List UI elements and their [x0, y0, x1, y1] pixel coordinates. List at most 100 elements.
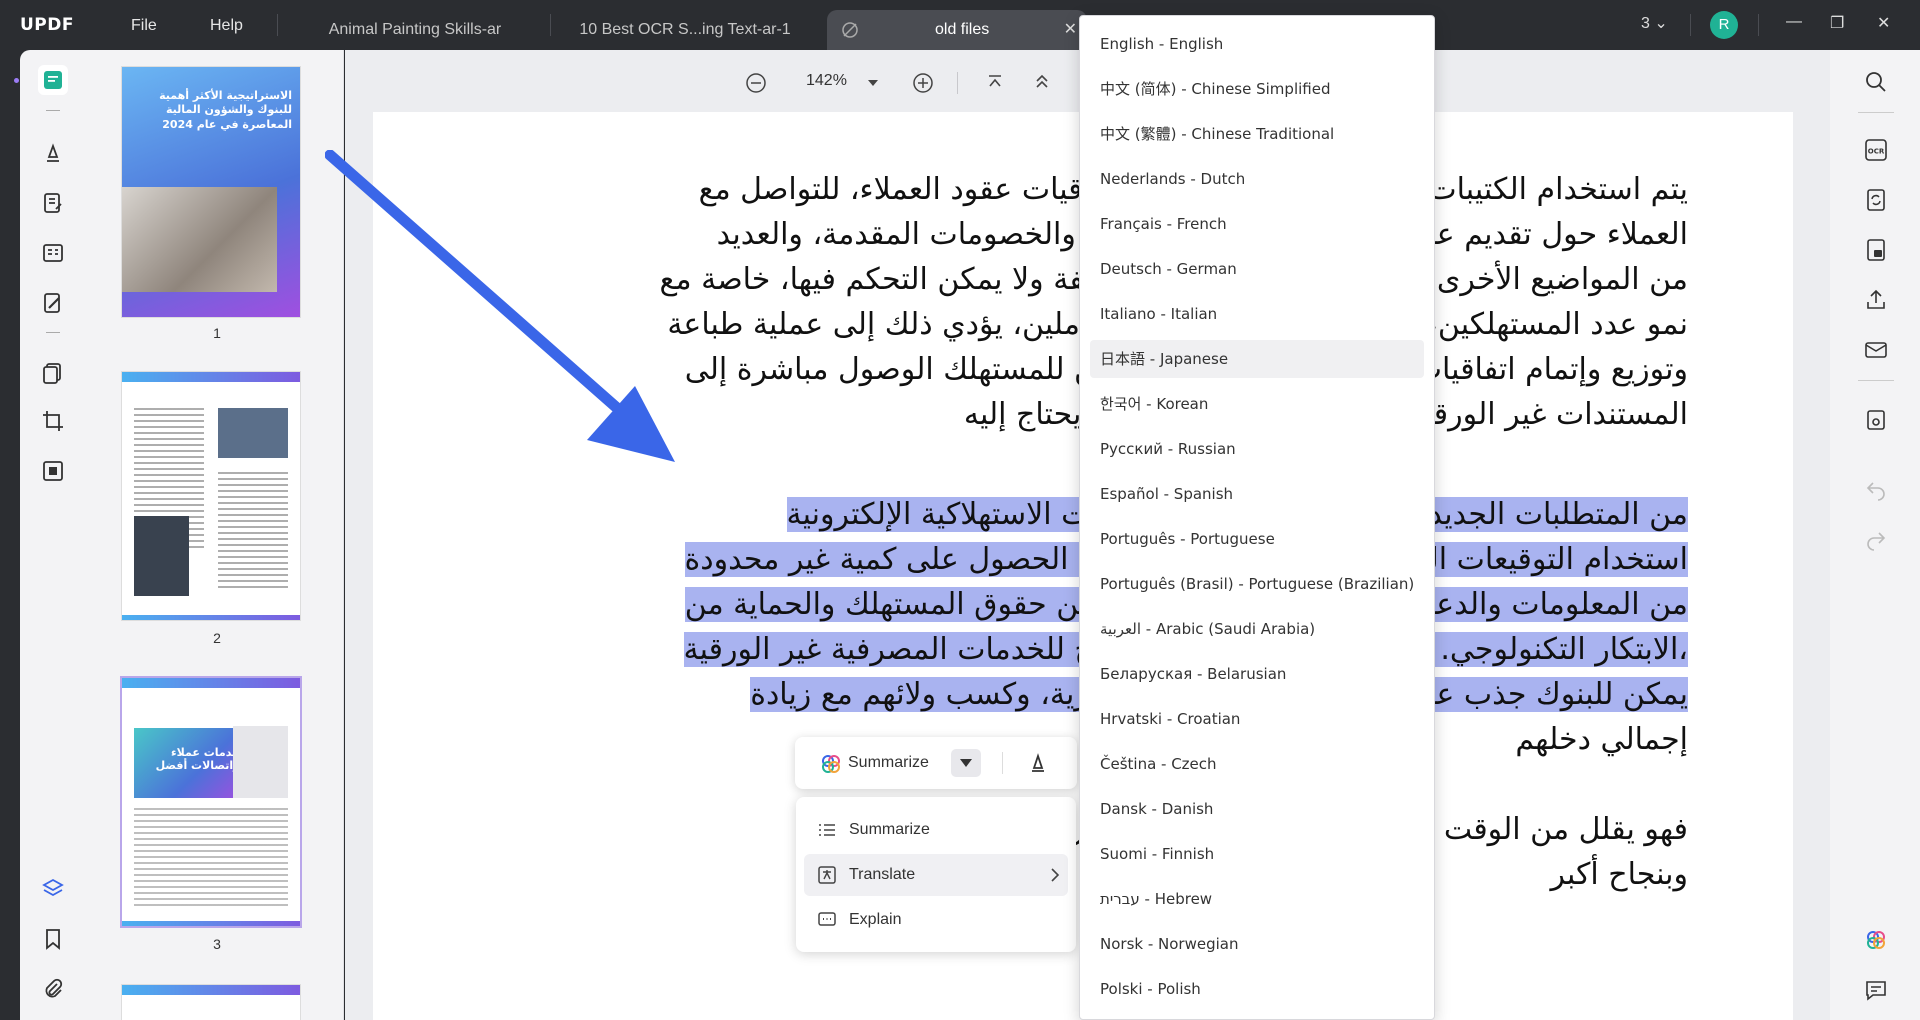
menu-item-summarize[interactable]: Summarize — [804, 809, 1068, 851]
chevron-right-icon — [1051, 868, 1060, 882]
edit-pdf-icon[interactable] — [38, 188, 68, 218]
highlight-icon[interactable] — [1027, 751, 1049, 775]
divider — [1858, 112, 1894, 113]
ai-context-menu: Summarize Translate Explain — [796, 797, 1076, 952]
language-option-croatian[interactable]: Hrvatski - Croatian — [1090, 700, 1424, 738]
title-bar: UPDF File Help Animal Painting Skills-ar… — [0, 0, 1920, 50]
bookmark-icon[interactable] — [38, 924, 68, 954]
tab-ocr[interactable]: 10 Best OCR S...ing Text-ar-1 — [565, 10, 805, 50]
paragraph-line: وبنجاح أكبر — [1550, 857, 1688, 892]
language-option-french[interactable]: Français - French — [1090, 205, 1424, 243]
language-option-japanese[interactable]: 日本語 - Japanese — [1090, 340, 1424, 378]
edit-off-icon — [842, 22, 858, 38]
svg-text:OCR: OCR — [1868, 148, 1885, 156]
form-icon[interactable] — [38, 238, 68, 268]
divider — [277, 14, 278, 36]
language-option-arabic[interactable]: العربية - Arabic (Saudi Arabia) — [1090, 610, 1424, 648]
close-tab-icon[interactable]: ✕ — [1064, 10, 1077, 50]
thumbnail-page-3[interactable]: خدمات عملاء واتصالات أفضل — [122, 678, 300, 926]
thumbnail-text-block — [218, 472, 288, 592]
list-icon — [819, 824, 835, 836]
language-option-norwegian[interactable]: Norsk - Norwegian — [1090, 925, 1424, 963]
organize-pages-icon[interactable] — [38, 358, 68, 388]
attachment-icon[interactable] — [38, 974, 68, 1004]
divider — [1690, 14, 1691, 36]
menu-item-translate[interactable]: Translate — [804, 854, 1068, 896]
close-window-icon[interactable]: ✕ — [1877, 13, 1890, 33]
window-count[interactable]: 3 ⌄ — [1641, 13, 1668, 33]
thumbnail-photo — [218, 408, 288, 458]
comments-panel-icon[interactable] — [1864, 978, 1888, 1002]
page-thumbnails: الاستراتيجية الأكثر أهمية للبنوك والشؤون… — [90, 50, 344, 1020]
language-option-polish[interactable]: Polski - Polish — [1090, 970, 1424, 1008]
minimize-icon[interactable]: — — [1786, 13, 1802, 31]
tab-old-files[interactable]: old files ✕ — [827, 10, 1087, 50]
undo-icon[interactable] — [1864, 478, 1888, 502]
thumbnail-title: خدمات عملاء واتصالات أفضل — [155, 746, 240, 772]
language-option-english[interactable]: English - English — [1090, 25, 1424, 63]
thumbnail-footer-bar — [122, 615, 300, 620]
avatar[interactable]: R — [1710, 11, 1738, 39]
zoom-out-icon[interactable] — [745, 72, 767, 94]
thumbnail-page-4[interactable] — [122, 985, 300, 1020]
language-option-belarusian[interactable]: Беларуская - Belarusian — [1090, 655, 1424, 693]
save-icon[interactable] — [1864, 408, 1888, 432]
tab-label: 10 Best OCR S...ing Text-ar-1 — [579, 21, 791, 38]
divider — [46, 110, 60, 111]
comment-icon[interactable] — [38, 138, 68, 168]
tab-label: old files — [935, 21, 990, 38]
redo-icon[interactable] — [1864, 528, 1888, 552]
thumbnail-text-block — [134, 808, 288, 908]
zoom-dropdown-icon[interactable] — [867, 78, 879, 88]
language-option-russian[interactable]: Русский - Russian — [1090, 430, 1424, 468]
chevron-down-icon — [960, 759, 972, 767]
protect-icon[interactable] — [38, 456, 68, 486]
language-option-korean[interactable]: 한국어 - Korean — [1090, 385, 1424, 423]
file-menu[interactable]: File — [131, 17, 157, 35]
language-option-portuguese-brazilian[interactable]: Português (Brasil) - Portuguese (Brazili… — [1090, 565, 1424, 603]
first-page-icon[interactable] — [985, 72, 1005, 92]
window-edge — [0, 50, 20, 1020]
selection-toolbar: Summarize — [795, 737, 1077, 789]
restore-icon[interactable]: ❐ — [1830, 13, 1844, 33]
ai-assistant-icon[interactable] — [1864, 928, 1888, 952]
thumbnail-page-2[interactable] — [122, 372, 300, 620]
language-option-danish[interactable]: Dansk - Danish — [1090, 790, 1424, 828]
language-option-czech[interactable]: Čeština - Czech — [1090, 745, 1424, 783]
crop-icon[interactable] — [38, 406, 68, 436]
language-option-chinese-traditional[interactable]: 中文 (繁體) - Chinese Traditional — [1090, 115, 1424, 153]
protect-file-icon[interactable] — [1864, 238, 1888, 262]
zoom-in-icon[interactable] — [912, 72, 934, 94]
language-option-spanish[interactable]: Español - Spanish — [1090, 475, 1424, 513]
language-option-chinese-simplified[interactable]: 中文 (简体) - Chinese Simplified — [1090, 70, 1424, 108]
layers-icon[interactable] — [38, 874, 68, 904]
thumbnail-page-1[interactable]: الاستراتيجية الأكثر أهمية للبنوك والشؤون… — [122, 67, 300, 317]
language-option-finnish[interactable]: Suomi - Finnish — [1090, 835, 1424, 873]
arrow-annotation-icon — [325, 150, 675, 462]
convert-icon[interactable] — [1864, 188, 1888, 212]
search-icon[interactable] — [1864, 70, 1888, 94]
language-option-hebrew[interactable]: עברית - Hebrew — [1090, 880, 1424, 918]
fill-sign-icon[interactable] — [38, 288, 68, 318]
app-logo: UPDF — [20, 15, 74, 35]
language-option-italian[interactable]: Italiano - Italian — [1090, 295, 1424, 333]
language-option-german[interactable]: Deutsch - German — [1090, 250, 1424, 288]
email-icon[interactable] — [1864, 338, 1888, 362]
ocr-icon[interactable]: OCR — [1864, 138, 1888, 162]
summarize-button[interactable]: Summarize — [848, 754, 929, 772]
help-menu[interactable]: Help — [210, 17, 243, 35]
zoom-level[interactable]: 142% — [806, 72, 847, 90]
page-number: 3 — [213, 936, 221, 952]
language-option-dutch[interactable]: Nederlands - Dutch — [1090, 160, 1424, 198]
thumbnail-footer-bar — [122, 921, 300, 926]
page-number: 2 — [213, 630, 221, 646]
menu-item-label: Translate — [849, 866, 916, 883]
previous-page-icon[interactable] — [1032, 72, 1052, 92]
ai-dropdown-button[interactable] — [951, 749, 981, 777]
tab-animal-painting[interactable]: Animal Painting Skills-ar — [300, 10, 530, 50]
language-option-portuguese[interactable]: Português - Portuguese — [1090, 520, 1424, 558]
menu-item-explain[interactable]: Explain — [804, 899, 1068, 941]
share-icon[interactable] — [1864, 288, 1888, 312]
reader-mode-icon[interactable] — [38, 65, 68, 95]
thumbnail-photo — [122, 187, 277, 292]
